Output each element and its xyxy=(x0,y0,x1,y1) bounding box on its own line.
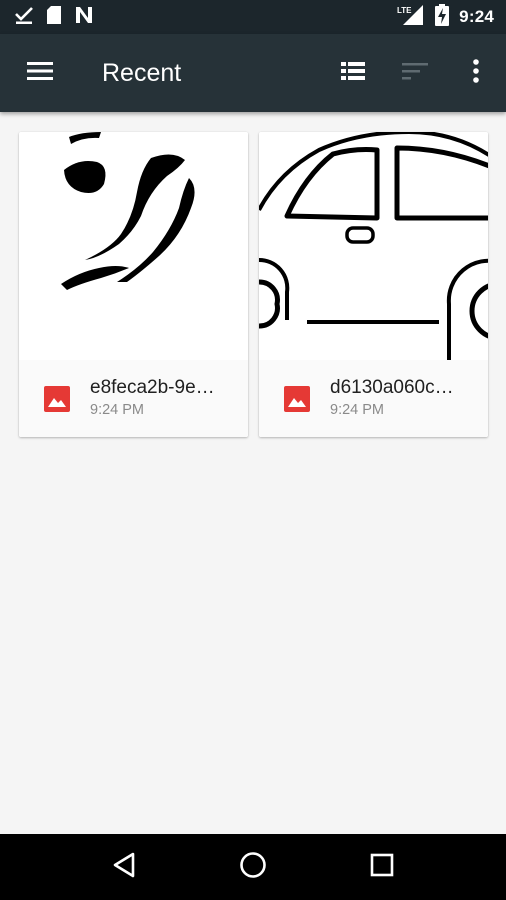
status-right-icons: LTE 9:24 xyxy=(397,3,494,31)
image-file-icon xyxy=(44,386,70,412)
list-view-button[interactable] xyxy=(322,34,384,112)
file-name: e8feca2b-9e… xyxy=(90,377,215,398)
sd-card-icon xyxy=(46,5,62,30)
more-vert-icon xyxy=(472,58,480,89)
status-left-icons xyxy=(14,5,94,30)
file-time: 9:24 PM xyxy=(90,402,144,418)
file-card[interactable]: d6130a060c… 9:24 PM xyxy=(259,132,488,437)
file-card-footer: d6130a060c… 9:24 PM xyxy=(259,360,488,437)
file-thumbnail xyxy=(259,132,488,360)
recents-icon xyxy=(369,852,395,883)
sort-icon xyxy=(401,60,429,87)
file-card[interactable]: e8feca2b-9e… 9:24 PM xyxy=(19,132,248,437)
back-icon xyxy=(111,851,137,884)
download-done-icon xyxy=(14,5,34,30)
home-icon xyxy=(239,851,267,884)
menu-button[interactable] xyxy=(0,34,80,112)
home-button[interactable] xyxy=(223,837,283,897)
status-time: 9:24 xyxy=(459,7,494,26)
image-file-icon xyxy=(284,386,310,412)
page-title: Recent xyxy=(102,58,182,87)
app-bar: Recent xyxy=(0,34,506,112)
file-meta: e8feca2b-9e… 9:24 PM xyxy=(90,377,230,418)
file-meta: d6130a060c… 9:24 PM xyxy=(330,377,470,418)
list-view-icon xyxy=(340,60,366,87)
status-bar: LTE 9:24 xyxy=(0,0,506,34)
back-button[interactable] xyxy=(94,837,154,897)
file-name: d6130a060c… xyxy=(330,377,454,398)
file-card-footer: e8feca2b-9e… 9:24 PM xyxy=(19,360,248,437)
file-time: 9:24 PM xyxy=(330,402,384,418)
battery-charging-icon xyxy=(435,3,450,31)
menu-icon xyxy=(26,60,54,87)
recent-files-grid: e8feca2b-9e… 9:24 PM d6130a060c… 9:24 PM xyxy=(0,112,506,834)
more-options-button[interactable] xyxy=(446,34,506,112)
lte-signal-icon: LTE xyxy=(397,4,425,31)
recents-button[interactable] xyxy=(352,837,412,897)
system-nav-bar xyxy=(0,834,506,900)
sort-button[interactable] xyxy=(384,34,446,112)
network-label: LTE xyxy=(397,6,412,15)
n-icon xyxy=(74,5,94,30)
file-thumbnail xyxy=(19,132,248,360)
